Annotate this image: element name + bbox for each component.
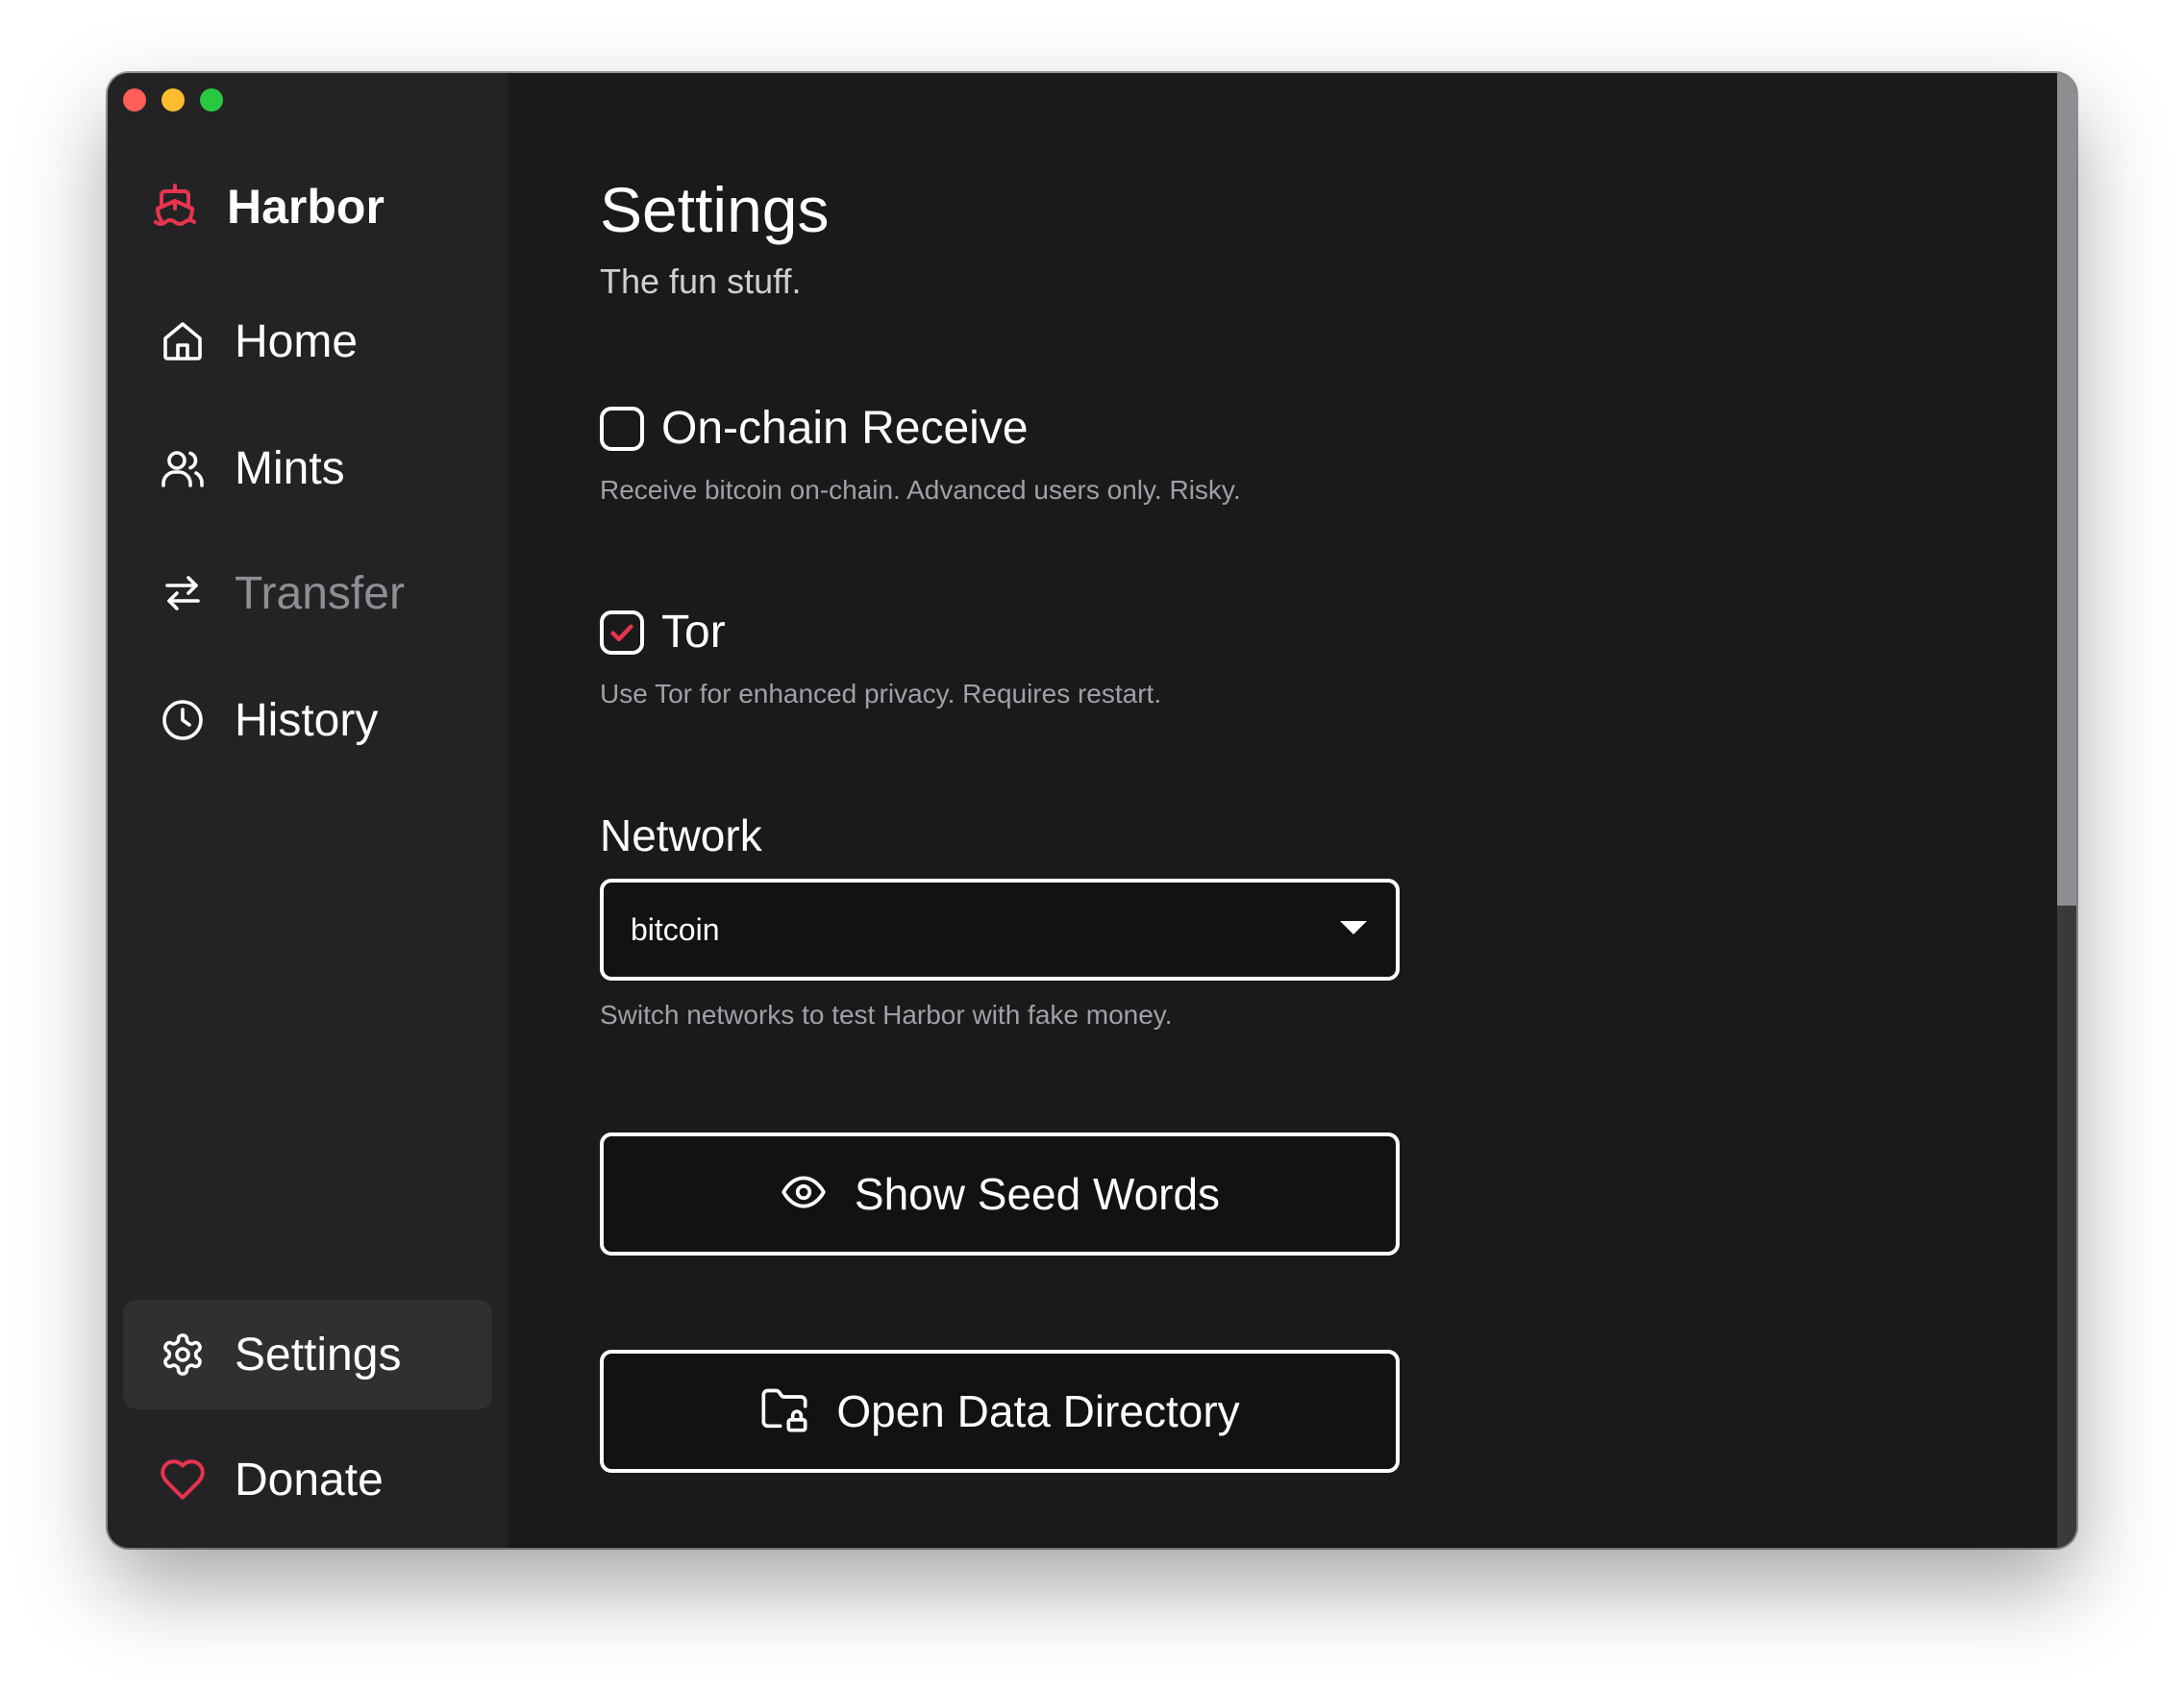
eye-icon bbox=[780, 1168, 828, 1221]
folder-lock-icon bbox=[759, 1384, 809, 1439]
page-subtitle: The fun stuff. bbox=[600, 261, 802, 301]
users-icon bbox=[158, 443, 208, 493]
scrollbar-thumb[interactable] bbox=[2057, 73, 2076, 906]
sidebar-item-label: Transfer bbox=[235, 567, 405, 619]
tor-toggle[interactable]: Tor bbox=[600, 606, 726, 659]
show-seed-words-label: Show Seed Words bbox=[854, 1169, 1221, 1219]
network-label: Network bbox=[600, 810, 762, 860]
heart-icon bbox=[158, 1455, 208, 1505]
onchain-receive-hint: Receive bitcoin on-chain. Advanced users… bbox=[600, 475, 1241, 505]
caret-down-icon bbox=[1338, 918, 1369, 942]
tor-checkbox[interactable] bbox=[600, 610, 644, 655]
sidebar-item-label: History bbox=[235, 694, 379, 746]
brand: Harbor bbox=[152, 179, 385, 235]
brand-name: Harbor bbox=[227, 180, 385, 234]
traffic-lights bbox=[123, 88, 223, 112]
sidebar-item-donate[interactable]: Donate bbox=[123, 1425, 492, 1534]
ship-icon bbox=[152, 182, 198, 233]
clock-icon bbox=[158, 695, 208, 745]
sidebar-item-history[interactable]: History bbox=[123, 665, 492, 775]
onchain-receive-toggle[interactable]: On-chain Receive bbox=[600, 402, 1029, 455]
close-window-button[interactable] bbox=[123, 88, 146, 112]
show-seed-words-button[interactable]: Show Seed Words bbox=[600, 1132, 1400, 1256]
main-content: Settings The fun stuff. On-chain Receive… bbox=[508, 73, 2057, 1548]
sidebar-item-label: Settings bbox=[235, 1329, 402, 1381]
sidebar: Harbor Home Mints Transfer History Setti… bbox=[108, 73, 508, 1548]
scrollbar[interactable] bbox=[2057, 73, 2076, 1548]
onchain-receive-checkbox[interactable] bbox=[600, 406, 644, 451]
sidebar-item-home[interactable]: Home bbox=[123, 286, 492, 396]
sidebar-item-mints[interactable]: Mints bbox=[123, 413, 492, 523]
sidebar-item-label: Home bbox=[235, 315, 359, 367]
network-select[interactable]: bitcoin bbox=[600, 879, 1400, 981]
open-data-directory-button[interactable]: Open Data Directory bbox=[600, 1350, 1400, 1473]
sidebar-item-label: Mints bbox=[235, 442, 345, 494]
check-icon bbox=[610, 624, 633, 641]
network-select-value: bitcoin bbox=[631, 911, 720, 947]
page-title: Settings bbox=[600, 174, 830, 245]
arrows-left-right-icon bbox=[158, 568, 208, 618]
tor-hint: Use Tor for enhanced privacy. Requires r… bbox=[600, 679, 1162, 709]
tor-label: Tor bbox=[661, 607, 726, 658]
app-window: Harbor Home Mints Transfer History Setti… bbox=[108, 73, 2076, 1548]
zoom-window-button[interactable] bbox=[200, 88, 223, 112]
network-hint: Switch networks to test Harbor with fake… bbox=[600, 1000, 1173, 1030]
sidebar-item-label: Donate bbox=[235, 1454, 384, 1505]
home-icon bbox=[158, 316, 208, 366]
sidebar-item-transfer[interactable]: Transfer bbox=[123, 538, 492, 648]
onchain-receive-label: On-chain Receive bbox=[661, 403, 1029, 454]
open-data-directory-label: Open Data Directory bbox=[836, 1386, 1240, 1436]
gear-icon bbox=[158, 1330, 208, 1380]
minimize-window-button[interactable] bbox=[161, 88, 185, 112]
sidebar-item-settings[interactable]: Settings bbox=[123, 1300, 492, 1409]
